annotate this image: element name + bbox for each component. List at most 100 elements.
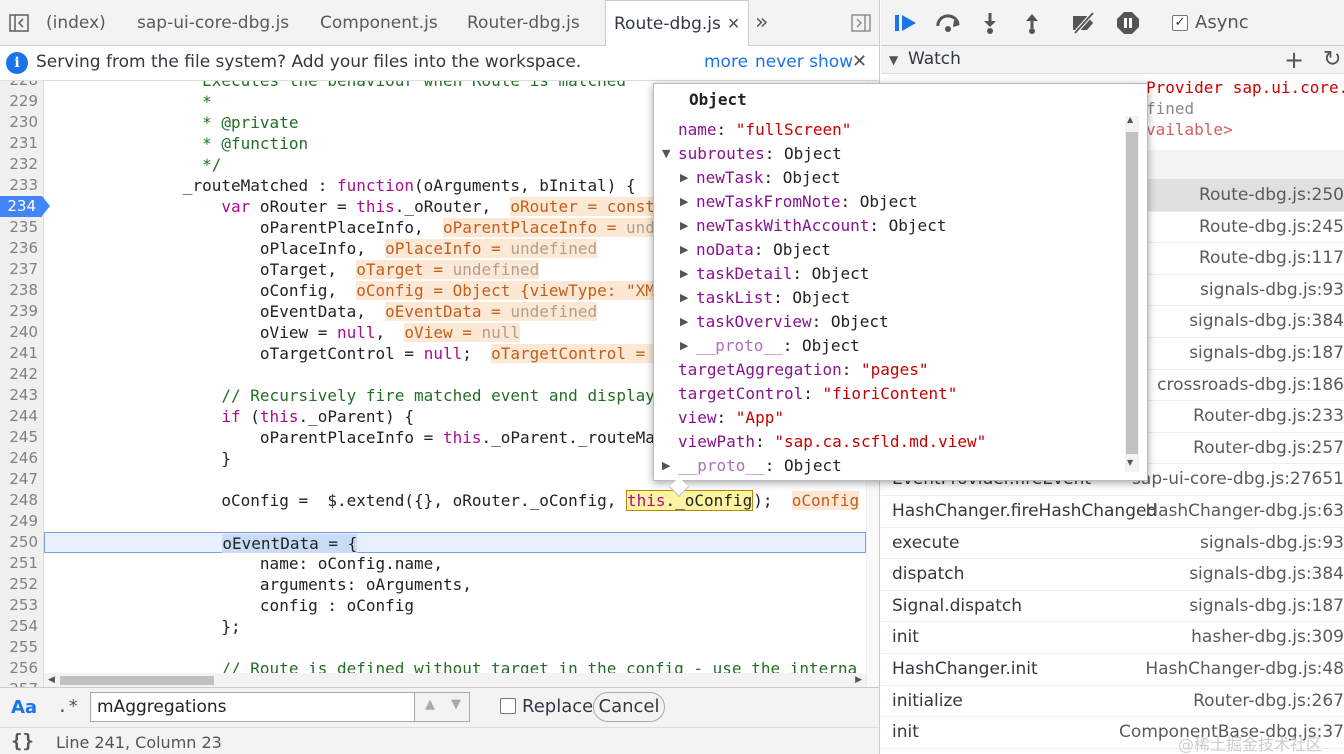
property-row[interactable]: view: "App" (678, 406, 784, 430)
line-number[interactable]: 250 (0, 532, 44, 553)
call-frame-location[interactable]: Route-dbg.js:245 (1199, 217, 1344, 237)
line-number[interactable]: 228 (0, 81, 44, 91)
triangle-right-icon[interactable]: ▶ (680, 339, 688, 352)
line-number[interactable]: 247 (0, 469, 44, 490)
code-line[interactable]: config : oConfig (44, 595, 866, 616)
code-line[interactable]: arguments: oArguments, (44, 574, 866, 595)
toggle-debugger-icon[interactable] (848, 0, 874, 46)
call-frame-location[interactable]: signals-dbg.js:187 (1189, 596, 1344, 616)
tab-sap-ui-core[interactable]: sap-ui-core-dbg.js (137, 0, 289, 46)
call-frame-location[interactable]: signals-dbg.js:187 (1189, 343, 1344, 363)
never-show-link[interactable]: never show (755, 52, 853, 72)
property-row[interactable]: viewPath: "sap.ca.scfld.md.view" (678, 430, 986, 454)
line-number[interactable]: 243 (0, 385, 44, 406)
line-number[interactable]: 233 (0, 175, 44, 196)
toggle-navigator-icon[interactable] (6, 0, 32, 46)
line-number[interactable]: 246 (0, 448, 44, 469)
step-out-icon[interactable] (1017, 8, 1047, 38)
property-row[interactable]: noData: Object (696, 238, 831, 262)
call-frame[interactable]: HashChanger.fireHashChanged HashChanger-d… (881, 496, 1344, 528)
line-number[interactable]: 256 (0, 658, 44, 679)
line-number[interactable]: 242 (0, 364, 44, 385)
triangle-right-icon[interactable]: ▶ (680, 171, 688, 184)
code-line[interactable] (44, 637, 866, 658)
property-row[interactable]: name: "fullScreen" (678, 118, 851, 142)
search-input[interactable] (90, 692, 416, 722)
call-frame-location[interactable]: HashChanger-dbg.js:63 (1145, 501, 1344, 521)
add-icon[interactable]: + (1284, 46, 1304, 74)
close-icon[interactable]: ✕ (727, 14, 740, 33)
current-execution-line[interactable]: oEventData = { (44, 532, 866, 553)
watch-section-header[interactable]: ▼ Watch + ↻ (881, 46, 1344, 74)
chevron-down-icon[interactable]: ▼ (444, 697, 468, 717)
call-frame-location[interactable]: signals-dbg.js:384 (1189, 311, 1344, 331)
popover-scroll-thumb[interactable] (1126, 132, 1138, 454)
line-number[interactable]: 236 (0, 238, 44, 259)
scroll-right-icon[interactable]: ▶ (855, 673, 862, 687)
call-frame-location[interactable]: crossroads-dbg.js:186 (1157, 375, 1344, 395)
step-into-icon[interactable] (975, 8, 1005, 38)
tab-index[interactable]: (index) (46, 0, 106, 46)
line-number[interactable]: 237 (0, 259, 44, 280)
scroll-down-icon[interactable]: ▼ (1127, 458, 1133, 467)
line-number[interactable]: 257 (0, 679, 44, 687)
call-frame-location[interactable]: sap-ui-core-dbg.js:27651 (1132, 469, 1344, 489)
code-line[interactable] (44, 511, 866, 532)
line-number[interactable]: 238 (0, 280, 44, 301)
call-frame[interactable]: init hasher-dbg.js:309 (881, 622, 1344, 654)
call-frame-location[interactable]: signals-dbg.js:93 (1200, 533, 1344, 553)
line-number[interactable]: 244 (0, 406, 44, 427)
tab-route-active[interactable]: Route-dbg.js ✕ (605, 0, 750, 47)
property-row[interactable]: subroutes: Object (678, 142, 842, 166)
cancel-button[interactable]: Cancel (593, 692, 665, 722)
line-number[interactable]: 230 (0, 112, 44, 133)
property-row[interactable]: __proto__: Object (678, 454, 842, 478)
call-frame-location[interactable]: signals-dbg.js:93 (1200, 280, 1344, 300)
triangle-right-icon[interactable]: ▶ (680, 219, 688, 232)
call-frame-location[interactable]: hasher-dbg.js:309 (1191, 627, 1344, 647)
call-frame-location[interactable]: Router-dbg.js:267 (1193, 691, 1344, 711)
line-number[interactable]: 251 (0, 553, 44, 574)
step-over-icon[interactable] (933, 8, 963, 38)
property-row[interactable]: newTaskFromNote: Object (696, 190, 918, 214)
call-frame[interactable]: HashChanger.init HashChanger-dbg.js:48 (881, 654, 1344, 686)
call-frame-location[interactable]: HashChanger-dbg.js:48 (1145, 659, 1344, 679)
property-row[interactable]: taskOverview: Object (696, 310, 889, 334)
property-row[interactable]: targetAggregation: "pages" (678, 358, 928, 382)
line-number[interactable]: 229 (0, 91, 44, 112)
call-frame-location[interactable]: signals-dbg.js:384 (1189, 564, 1344, 584)
deactivate-breakpoints-icon[interactable] (1069, 8, 1099, 38)
popover-scrollbar[interactable]: ▲ ▼ (1125, 115, 1139, 472)
call-frame-location[interactable]: Route-dbg.js:250 (1199, 185, 1344, 205)
call-frame-location[interactable]: Route-dbg.js:117 (1199, 248, 1344, 268)
triangle-right-icon[interactable]: ▶ (680, 243, 688, 256)
line-number[interactable]: 235 (0, 217, 44, 238)
scroll-up-icon[interactable]: ▲ (1127, 115, 1133, 124)
refresh-icon[interactable]: ↻ (1323, 47, 1341, 72)
tab-component[interactable]: Component.js (320, 0, 438, 46)
triangle-right-icon[interactable]: ▶ (662, 459, 670, 472)
property-row[interactable]: targetControl: "fioriContent" (678, 382, 957, 406)
tab-overflow-icon[interactable]: » (755, 0, 768, 46)
triangle-right-icon[interactable]: ▶ (680, 315, 688, 328)
triangle-right-icon[interactable]: ▶ (680, 195, 688, 208)
line-number[interactable]: 252 (0, 574, 44, 595)
property-row[interactable]: taskList: Object (696, 286, 850, 310)
line-number[interactable]: 240 (0, 322, 44, 343)
call-frame[interactable]: Signal.dispatch signals-dbg.js:187 (881, 591, 1344, 623)
scroll-left-icon[interactable]: ◀ (48, 673, 55, 687)
match-case-button[interactable]: Aa (11, 697, 37, 718)
call-frame[interactable]: initialize Router-dbg.js:267 (881, 686, 1344, 718)
line-number[interactable]: 253 (0, 595, 44, 616)
code-line[interactable]: }; (44, 616, 866, 637)
pause-on-exceptions-icon[interactable] (1113, 8, 1143, 38)
call-frame[interactable]: dispatch signals-dbg.js:384 (881, 559, 1344, 591)
triangle-right-icon[interactable]: ▶ (680, 267, 688, 280)
property-row[interactable]: newTaskWithAccount: Object (696, 214, 946, 238)
code-line[interactable]: name: oConfig.name, (44, 553, 866, 574)
code-line[interactable]: oConfig = $.extend({}, oRouter._oConfig,… (44, 490, 866, 511)
tab-router[interactable]: Router-dbg.js (467, 0, 580, 46)
triangle-right-icon[interactable]: ▶ (680, 291, 688, 304)
more-link[interactable]: more (704, 52, 748, 72)
line-number[interactable]: 254 (0, 616, 44, 637)
